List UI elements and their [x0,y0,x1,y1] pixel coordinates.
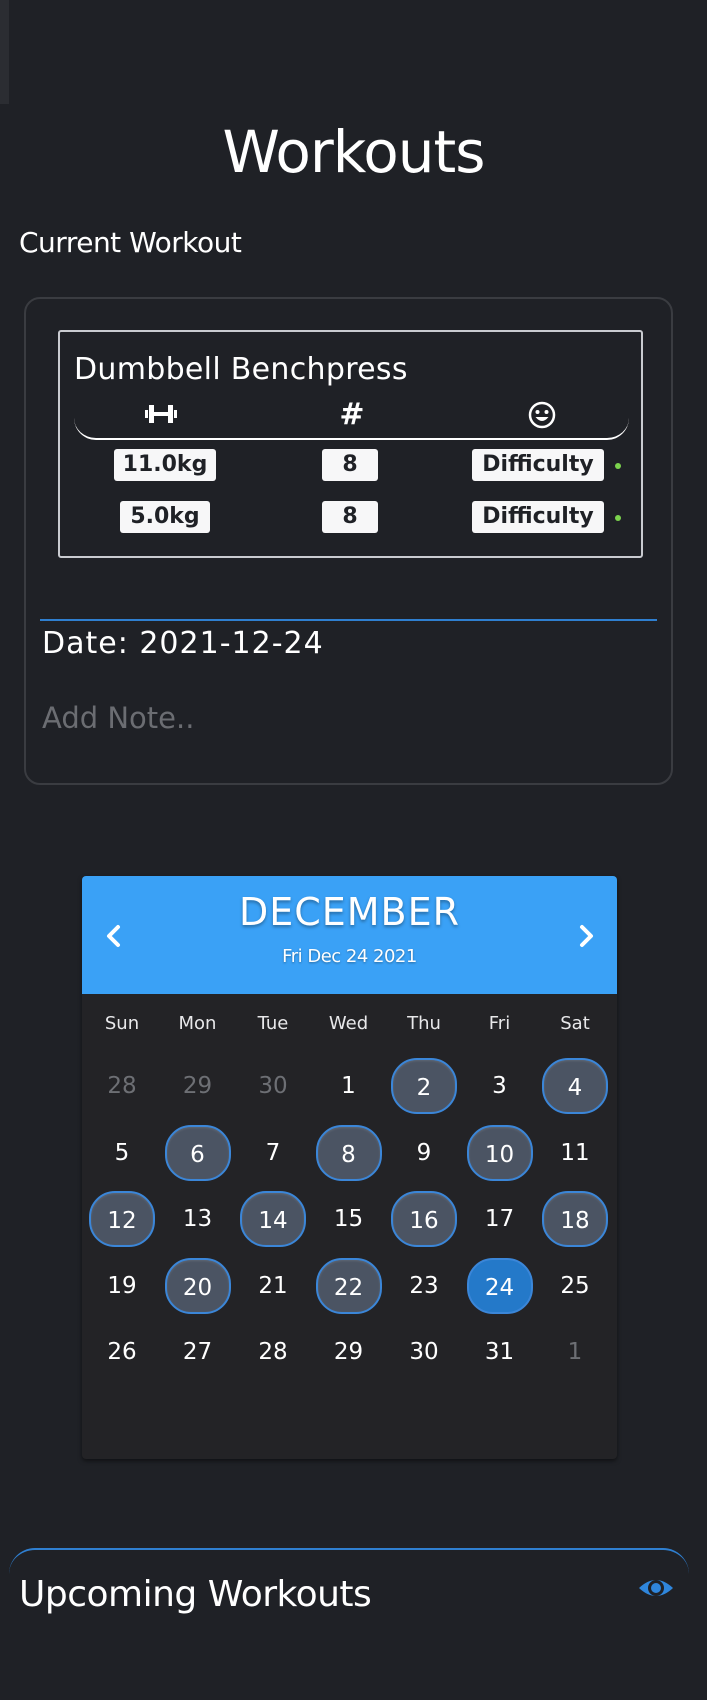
workout-date: Date: 2021-12-24 [42,626,324,661]
calendar-day[interactable]: 17 [467,1191,533,1247]
calendar-day-outside-month[interactable]: 1 [542,1324,608,1380]
calendar-header: DECEMBER Fri Dec 24 2021 [82,876,617,994]
calendar-day[interactable]: 21 [240,1258,306,1314]
weekday-label: Sun [104,1013,140,1034]
set-column-header: # [74,400,629,440]
calendar-day[interactable]: 13 [165,1191,231,1247]
dumbbell-icon [131,400,191,432]
calendar-day[interactable]: 19 [89,1258,155,1314]
weekday-label: Sat [560,1013,590,1034]
page-title: Workouts [222,118,485,186]
difficulty-chip[interactable]: Difficulty [472,501,604,533]
calendar-day[interactable]: 29 [316,1324,382,1380]
calendar-day-workout[interactable]: 12 [89,1191,155,1247]
calendar-month: DECEMBER [238,890,461,934]
calendar-day-workout[interactable]: 18 [542,1191,608,1247]
calendar-day-workout[interactable]: 20 [164,1257,231,1314]
calendar-day-outside-month[interactable]: 30 [240,1058,306,1114]
calendar: DECEMBER Fri Dec 24 2021 Sun Mon Tue Wed Thu… [82,876,617,1459]
date-divider [40,619,657,621]
set-row: 5.0kg 8 Difficulty [74,501,629,535]
calendar-day[interactable]: 23 [391,1258,457,1314]
add-note-input[interactable] [40,696,604,740]
calendar-selected-date: Fri Dec 24 2021 [282,946,417,967]
eye-icon[interactable] [637,1570,675,1606]
calendar-day[interactable]: 30 [391,1324,457,1380]
calendar-day-workout[interactable]: 14 [240,1191,306,1247]
calendar-day[interactable]: 15 [316,1191,382,1247]
exercise-card[interactable]: Dumbbell Benchpress # 11.0kg 8 Difficult… [58,330,643,558]
current-workout-label: Current Workout [19,226,242,259]
status-dot [615,463,621,469]
calendar-day[interactable]: 11 [542,1125,608,1181]
weekday-label: Wed [328,1013,369,1034]
reps-hash-icon: # [339,397,365,432]
exercise-name: Dumbbell Benchpress [74,352,408,387]
reps-chip[interactable]: 8 [322,449,378,481]
calendar-day-outside-month[interactable]: 28 [89,1058,155,1114]
calendar-day[interactable]: 5 [89,1125,155,1181]
calendar-day[interactable]: 27 [165,1324,231,1380]
weight-chip[interactable]: 5.0kg [120,501,210,533]
calendar-day[interactable]: 28 [240,1324,306,1380]
weekday-label: Tue [257,1013,289,1034]
calendar-day[interactable]: 1 [316,1058,382,1114]
current-workout-card: Dumbbell Benchpress # 11.0kg 8 Difficult… [24,297,673,785]
set-row: 11.0kg 8 Difficulty [74,449,629,483]
calendar-day-workout[interactable]: 16 [391,1191,457,1247]
calendar-day[interactable]: 9 [391,1125,457,1181]
weight-chip[interactable]: 11.0kg [114,449,216,481]
status-dot [615,515,621,521]
calendar-day-workout[interactable]: 22 [315,1257,382,1314]
weekday-label: Thu [407,1013,441,1034]
weekday-label: Fri [488,1013,511,1034]
reps-chip[interactable]: 8 [322,501,378,533]
calendar-day[interactable]: 26 [89,1324,155,1380]
calendar-day[interactable]: 7 [240,1125,306,1181]
weekday-label: Mon [178,1013,217,1034]
weekday-row: Sun Mon Tue Wed Thu Fri Sat [82,1013,617,1043]
upcoming-workouts-title: Upcoming Workouts [19,1574,372,1615]
difficulty-chip[interactable]: Difficulty [472,449,604,481]
calendar-day-outside-month[interactable]: 29 [165,1058,231,1114]
calendar-day-workout[interactable]: 2 [391,1058,457,1114]
calendar-day-workout[interactable]: 4 [542,1058,608,1114]
calendar-day-workout[interactable]: 8 [315,1124,382,1181]
upcoming-workouts-section: Upcoming Workouts [9,1548,689,1700]
smiley-icon [512,400,572,434]
calendar-day-selected[interactable]: 24 [466,1257,533,1314]
calendar-day[interactable]: 31 [467,1324,533,1380]
side-drawer-handle[interactable] [0,0,9,104]
calendar-day-workout[interactable]: 10 [466,1124,533,1181]
chevron-right-icon[interactable] [566,916,606,956]
calendar-day[interactable]: 25 [542,1258,608,1314]
calendar-day-workout[interactable]: 6 [164,1124,231,1181]
calendar-day[interactable]: 3 [467,1058,533,1114]
